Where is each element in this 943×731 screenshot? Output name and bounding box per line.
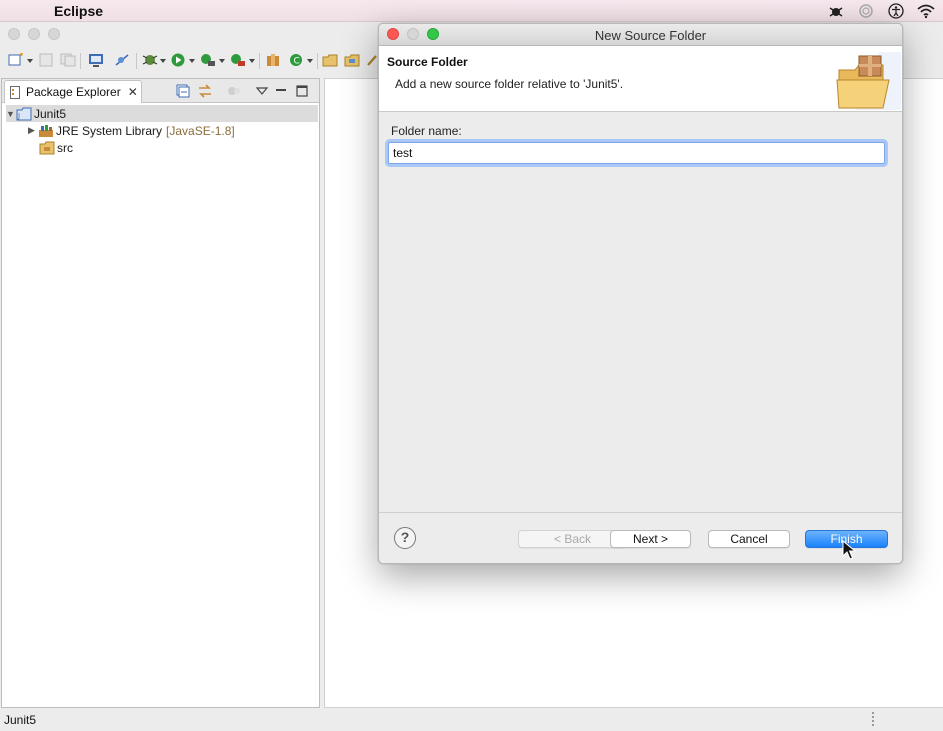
console-icon[interactable] xyxy=(88,53,104,67)
new-wizard-icon[interactable] xyxy=(8,53,24,67)
status-bar: Junit5 xyxy=(0,708,943,731)
tree-item-src[interactable]: src xyxy=(39,139,73,156)
package-folder-icon xyxy=(836,52,901,110)
window-zoom-button[interactable] xyxy=(48,28,60,40)
search-tool-icon[interactable] xyxy=(366,53,378,67)
window-minimize-button[interactable] xyxy=(28,28,40,40)
package-explorer-header: Package Explorer ✕ xyxy=(2,79,319,103)
expand-toggle-icon[interactable]: ▶ xyxy=(28,125,38,136)
external-tools-icon[interactable] xyxy=(230,53,246,67)
new-source-folder-dialog: New Source Folder Source Folder Add a ne… xyxy=(378,23,903,564)
package-explorer-view: Package Explorer ✕ ▼ J Junit5 ▶ JRE Syst… xyxy=(1,78,320,708)
status-bar-grip[interactable] xyxy=(872,712,874,728)
source-folder-icon xyxy=(39,141,55,154)
wizard-page-title: Source Folder xyxy=(387,55,468,69)
open-task-icon[interactable] xyxy=(344,53,360,67)
svg-text:C: C xyxy=(294,57,300,67)
tree-item-project[interactable]: ▼ J Junit5 xyxy=(6,105,318,122)
wizard-banner: Source Folder Add a new source folder re… xyxy=(379,46,902,112)
tab-label: Package Explorer xyxy=(26,85,121,99)
toolbar-separator xyxy=(317,53,318,69)
toolbar-separator xyxy=(136,53,137,69)
dialog-title: New Source Folder xyxy=(594,28,707,43)
help-button[interactable]: ? xyxy=(394,527,416,549)
accessibility-icon[interactable] xyxy=(888,3,904,19)
folder-name-input[interactable] xyxy=(388,142,885,164)
cancel-button[interactable]: Cancel xyxy=(708,530,790,548)
package-explorer-icon xyxy=(10,85,20,99)
new-class-dropdown-caret[interactable] xyxy=(307,59,313,63)
toolbar-separator xyxy=(80,53,81,69)
tree-item-jre-library[interactable]: ▶ JRE System Library [JavaSE-1.8] xyxy=(28,122,235,139)
java-project-icon: J xyxy=(16,107,32,120)
tree-item-decoration: [JavaSE-1.8] xyxy=(166,123,235,138)
window-controls xyxy=(8,28,60,40)
tab-package-explorer[interactable]: Package Explorer ✕ xyxy=(4,80,142,103)
link-with-editor-icon[interactable] xyxy=(198,84,212,98)
library-icon xyxy=(39,124,53,137)
open-type-icon[interactable] xyxy=(322,53,338,67)
app-menu-name[interactable]: Eclipse xyxy=(54,3,103,19)
toolbar-separator xyxy=(259,53,260,69)
new-java-package-icon[interactable] xyxy=(265,53,281,67)
status-text: Junit5 xyxy=(4,713,37,727)
run-icon[interactable] xyxy=(171,53,187,67)
coverage-icon[interactable] xyxy=(200,53,216,67)
skip-breakpoints-icon[interactable] xyxy=(114,53,130,67)
debug-dropdown-caret[interactable] xyxy=(160,59,166,63)
debug-icon[interactable] xyxy=(142,53,158,67)
save-icon[interactable] xyxy=(38,53,54,67)
dialog-title-bar[interactable]: New Source Folder xyxy=(379,24,902,46)
bug-icon[interactable] xyxy=(828,3,844,19)
new-dropdown-caret[interactable] xyxy=(27,59,33,63)
new-java-class-icon[interactable]: C xyxy=(289,53,305,67)
minimize-view-icon[interactable] xyxy=(274,84,288,98)
folder-name-label: Folder name: xyxy=(391,124,462,138)
next-button[interactable]: Next > xyxy=(610,530,691,548)
focus-on-active-task-icon[interactable] xyxy=(227,84,241,98)
tree-item-label: Junit5 xyxy=(34,106,67,121)
collapse-all-icon[interactable] xyxy=(176,84,190,98)
expand-toggle-icon[interactable]: ▼ xyxy=(6,109,16,119)
coverage-dropdown-caret[interactable] xyxy=(219,59,225,63)
mouse-pointer-icon xyxy=(842,540,856,560)
view-menu-icon[interactable] xyxy=(255,84,269,98)
dialog-footer-divider xyxy=(379,512,902,513)
close-icon[interactable]: ✕ xyxy=(128,85,138,99)
wifi-icon[interactable] xyxy=(916,3,936,19)
svg-text:J: J xyxy=(17,112,20,120)
tree-item-label: JRE System Library xyxy=(56,123,163,138)
menu-bar: Eclipse xyxy=(0,0,943,22)
external-tools-dropdown-caret[interactable] xyxy=(249,59,255,63)
spinner-icon[interactable] xyxy=(858,3,874,19)
wizard-page-message: Add a new source folder relative to 'Jun… xyxy=(395,77,624,91)
tree-item-label: src xyxy=(57,140,73,155)
save-all-icon[interactable] xyxy=(60,53,76,67)
window-close-button[interactable] xyxy=(8,28,20,40)
run-dropdown-caret[interactable] xyxy=(189,59,195,63)
main-toolbar: C xyxy=(0,46,380,74)
maximize-view-icon[interactable] xyxy=(295,84,309,98)
